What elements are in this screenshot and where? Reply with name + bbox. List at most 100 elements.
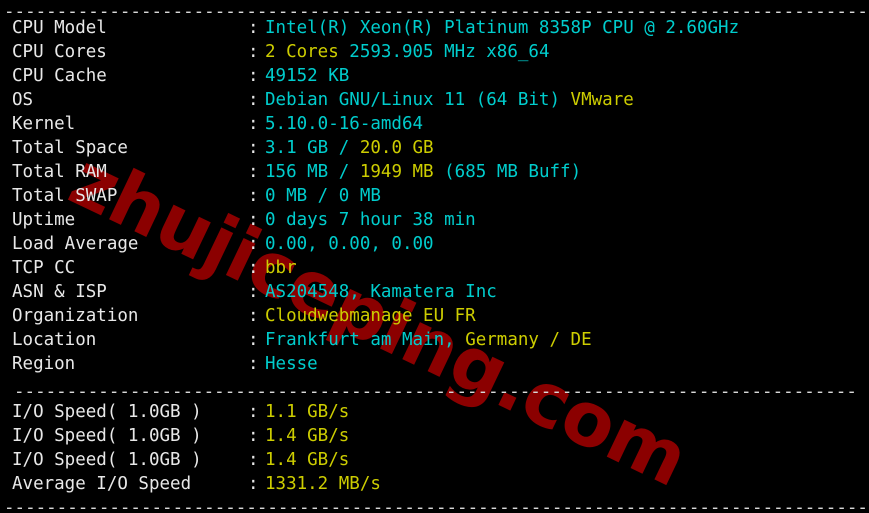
terminal-row: Total Space:3.1 GB / 20.0 GB [0, 136, 869, 160]
row-colon: : [248, 18, 259, 38]
terminal-row: Kernel:5.10.0-16-amd64 [0, 112, 869, 136]
row-label: Kernel [12, 114, 76, 134]
value-segment: AS204548, Kamatera Inc [265, 282, 497, 302]
row-label: Uptime [12, 210, 76, 230]
terminal-row: OS: Debian GNU/Linux 11 (64 Bit) VMware [0, 88, 869, 112]
row-colon: : [248, 114, 259, 134]
terminal-row: CPU Cache:49152 KB [0, 64, 869, 88]
terminal-row: Load Average:0.00, 0.00, 0.00 [0, 232, 869, 256]
row-label: I/O Speed( 1.0GB ) [12, 426, 202, 446]
terminal-row: I/O Speed( 1.0GB ):1.4 GB/s [0, 424, 869, 448]
terminal-row: Region: Hesse [0, 352, 869, 376]
row-label: Region [12, 354, 76, 374]
terminal-window: zhujiceping.com ------------------------… [0, 0, 869, 513]
row-colon: : [248, 354, 259, 374]
terminal-row: Total SWAP:0 MB / 0 MB [0, 184, 869, 208]
row-value: AS204548, Kamatera Inc [265, 280, 497, 304]
row-colon: : [248, 66, 259, 86]
row-colon: : [248, 402, 259, 422]
row-value: Hesse [265, 352, 318, 376]
terminal-row: ASN & ISP: AS204548, Kamatera Inc [0, 280, 869, 304]
value-segment: 1.4 GB/s [265, 426, 350, 446]
row-value: Frankfurt am Main, Germany / DE [265, 328, 592, 352]
value-segment: 0.00, 0.00, 0.00 [265, 234, 434, 254]
row-label: CPU Cache [12, 66, 107, 86]
row-value: Cloudwebmanage EU FR [265, 304, 476, 328]
row-label: Location [12, 330, 97, 350]
row-value: 156 MB / 1949 MB (685 MB Buff) [265, 160, 581, 184]
value-segment: Intel(R) Xeon(R) Platinum 8358P CPU @ 2.… [265, 18, 740, 38]
terminal-row: Organization: Cloudwebmanage EU FR [0, 304, 869, 328]
value-segment: 1949 MB [359, 162, 445, 182]
row-colon: : [248, 234, 259, 254]
separator-bottom: ----------------------------------------… [4, 498, 868, 513]
row-label: CPU Cores [12, 42, 107, 62]
terminal-row: I/O Speed( 1.0GB ):1.1 GB/s [0, 400, 869, 424]
value-segment: bbr [265, 258, 297, 278]
value-segment: 1331.2 MB/s [265, 474, 381, 494]
row-label: Total RAM [12, 162, 107, 182]
row-value: 49152 KB [265, 64, 349, 88]
value-segment: 0 days 7 hour 38 min [265, 210, 476, 230]
value-segment: 2 Cores [265, 42, 350, 62]
row-value: 1.4 GB/s [265, 448, 349, 472]
row-label: Total Space [12, 138, 128, 158]
row-value: 0 MB / 0 MB [265, 184, 381, 208]
terminal-row: Uptime:0 days 7 hour 38 min [0, 208, 869, 232]
row-value: 2 Cores 2593.905 MHz x86_64 [265, 40, 549, 64]
value-segment: Cloudwebmanage EU FR [265, 306, 476, 326]
row-value: 1.1 GB/s [265, 400, 349, 424]
row-value: 1331.2 MB/s [265, 472, 381, 496]
value-segment: 0 MB / 0 MB [265, 186, 381, 206]
value-segment: 1.4 GB/s [265, 450, 350, 470]
row-value: Intel(R) Xeon(R) Platinum 8358P CPU @ 2.… [265, 16, 739, 40]
row-label: OS [12, 90, 34, 110]
terminal-row: I/O Speed( 1.0GB ):1.4 GB/s [0, 448, 869, 472]
row-colon: : [248, 426, 259, 446]
row-colon: : [248, 282, 259, 302]
value-segment: 156 MB [265, 162, 339, 182]
row-colon: : [248, 258, 259, 278]
row-value: Debian GNU/Linux 11 (64 Bit) VMware [265, 88, 634, 112]
row-value: bbr [265, 256, 297, 280]
terminal-row: CPU Cores:2 Cores 2593.905 MHz x86_64 [0, 40, 869, 64]
row-colon: : [248, 186, 259, 206]
terminal-row: Location: Frankfurt am Main, Germany / DE [0, 328, 869, 352]
row-label: TCP CC [12, 258, 76, 278]
row-colon: : [248, 162, 259, 182]
row-colon: : [248, 210, 259, 230]
terminal-row: CPU Model: Intel(R) Xeon(R) Platinum 8358… [0, 16, 869, 40]
value-segment: Hesse [265, 354, 318, 374]
row-label: I/O Speed( 1.0GB ) [12, 450, 202, 470]
row-label: Load Average [12, 234, 139, 254]
value-segment: / [338, 138, 360, 158]
row-value: 0 days 7 hour 38 min [265, 208, 476, 232]
row-label: CPU Model [12, 18, 107, 38]
value-segment: Frankfurt am Main, [265, 330, 466, 350]
row-label: Average I/O Speed [12, 474, 192, 494]
row-label: Organization [12, 306, 139, 326]
row-value: 5.10.0-16-amd64 [265, 112, 423, 136]
row-colon: : [248, 330, 259, 350]
terminal-row: Average I/O Speed:1331.2 MB/s [0, 472, 869, 496]
row-colon: : [248, 138, 259, 158]
value-segment: Germany / DE [465, 330, 592, 350]
row-value: 3.1 GB / 20.0 GB [265, 136, 434, 160]
value-segment: 20.0 GB [359, 138, 434, 158]
value-segment: Debian GNU/Linux 11 (64 Bit) [265, 90, 571, 110]
value-segment: 49152 KB [265, 66, 350, 86]
terminal-text-layer: ----------------------------------------… [0, 0, 869, 513]
row-label: I/O Speed( 1.0GB ) [12, 402, 202, 422]
value-segment: 5.10.0-16-amd64 [265, 114, 424, 134]
value-segment: / [338, 162, 360, 182]
row-label: Total SWAP [12, 186, 118, 206]
terminal-row: Total RAM:156 MB / 1949 MB (685 MB Buff) [0, 160, 869, 184]
row-value: 0.00, 0.00, 0.00 [265, 232, 434, 256]
value-segment: 3.1 GB [265, 138, 339, 158]
row-label: ASN & ISP [12, 282, 107, 302]
row-colon: : [248, 450, 259, 470]
row-colon: : [248, 474, 259, 494]
value-segment: VMware [570, 90, 634, 110]
row-colon: : [248, 306, 259, 326]
row-value: 1.4 GB/s [265, 424, 349, 448]
